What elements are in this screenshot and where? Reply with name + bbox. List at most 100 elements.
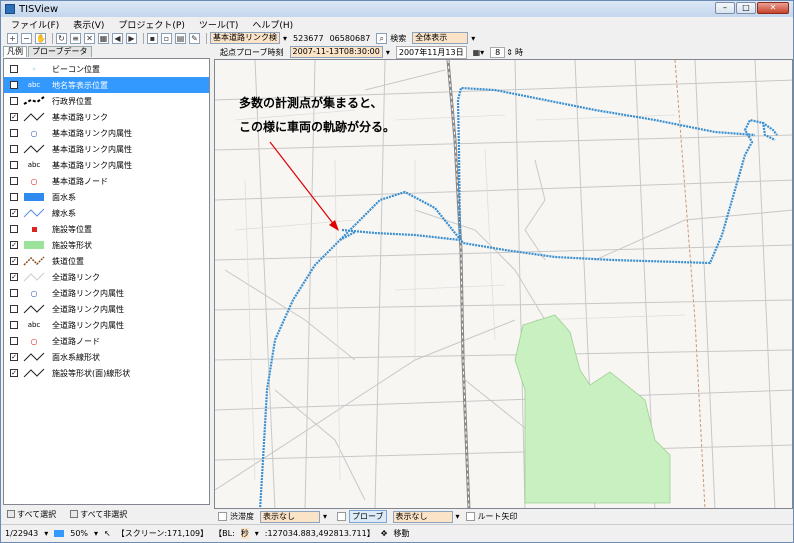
legend-checkbox[interactable] bbox=[10, 65, 18, 73]
save-icon[interactable]: ▪ bbox=[147, 32, 158, 44]
legend-row[interactable]: abc 全道路リンク内属性 bbox=[4, 317, 209, 333]
congestion-chevron-down-icon[interactable]: ▾ bbox=[323, 512, 327, 521]
legend-list: ◦ ビーコン位置 abc 地名等表示位置 行政界位置 ✓ 基本道路リンク ○ 基本道路リンク内属… bbox=[3, 58, 210, 505]
select-all-button[interactable]: すべて選択 bbox=[3, 509, 56, 520]
calendar-icon[interactable]: ▦▾ bbox=[473, 48, 485, 57]
legend-row[interactable]: ○ 基本道路リンク内属性 bbox=[4, 125, 209, 141]
legend-checkbox[interactable]: ✓ bbox=[10, 241, 18, 249]
search-button[interactable]: 検索 bbox=[390, 33, 406, 44]
legend-checkbox[interactable] bbox=[10, 97, 18, 105]
tab-probe-data[interactable]: プローブデータ bbox=[28, 46, 92, 57]
pencil-icon[interactable]: ✎ bbox=[189, 32, 200, 44]
legend-checkbox[interactable] bbox=[10, 225, 18, 233]
legend-checkbox[interactable] bbox=[10, 177, 18, 185]
legend-row[interactable]: abc 基本道路リンク内属性 bbox=[4, 157, 209, 173]
legend-checkbox[interactable]: ✓ bbox=[10, 209, 18, 217]
legend-row[interactable]: 面水系 bbox=[4, 189, 209, 205]
bl-unit[interactable]: 秒 bbox=[240, 528, 249, 539]
menu-tools[interactable]: ツール(T) bbox=[199, 18, 239, 31]
deselect-all-label: すべて非選択 bbox=[80, 509, 128, 519]
legend-checkbox[interactable] bbox=[10, 145, 18, 153]
legend-checkbox[interactable]: ✓ bbox=[10, 369, 18, 377]
hour-stepper-icon[interactable]: ⇕ bbox=[506, 48, 513, 57]
value-field-1[interactable]: 523677 bbox=[293, 34, 324, 43]
legend-checkbox[interactable]: ✓ bbox=[10, 257, 18, 265]
legend-row[interactable]: 基本道路リンク内属性 bbox=[4, 141, 209, 157]
start-chevron-down-icon[interactable]: ▾ bbox=[386, 48, 390, 57]
date-field[interactable]: 2007年11月13日 bbox=[395, 45, 467, 59]
zoom-out-icon[interactable]: − bbox=[21, 32, 32, 44]
legend-checkbox[interactable]: ✓ bbox=[10, 353, 18, 361]
legend-checkbox[interactable] bbox=[10, 129, 18, 137]
legend-checkbox[interactable] bbox=[10, 289, 18, 297]
legend-row[interactable]: ◦ ビーコン位置 bbox=[4, 61, 209, 77]
probe-toggle-button[interactable]: プローブ bbox=[349, 510, 387, 523]
menu-project[interactable]: プロジェクト(P) bbox=[118, 18, 184, 31]
legend-label: 全道路リンク内属性 bbox=[52, 304, 124, 314]
legend-row[interactable]: ○ 全道路リンク内属性 bbox=[4, 285, 209, 301]
forward-arrow-icon[interactable]: ▶ bbox=[126, 32, 137, 44]
view-chevron-down-icon[interactable]: ▾ bbox=[471, 34, 475, 43]
legend-row[interactable]: ✓ 面水系線形状 bbox=[4, 349, 209, 365]
view-combo[interactable]: 全体表示 bbox=[412, 32, 469, 44]
map-header: 起点プローブ時刻 2007-11-13T08:30:00 ▾ 2007年11月1… bbox=[214, 45, 793, 59]
bl-chevron-down-icon[interactable]: ▾ bbox=[255, 529, 259, 538]
layer-combo[interactable]: 基本道路リンク検 bbox=[210, 32, 280, 44]
legend-checkbox[interactable]: ✓ bbox=[10, 113, 18, 121]
zoom-chevron-down-icon[interactable]: ▾ bbox=[94, 529, 98, 538]
legend-checkbox[interactable] bbox=[10, 305, 18, 313]
minimize-button[interactable]: – bbox=[715, 2, 735, 14]
legend-row[interactable]: 行政界位置 bbox=[4, 93, 209, 109]
annotation-arrow-line bbox=[269, 141, 336, 227]
probe-chevron-down-icon[interactable]: ▾ bbox=[456, 512, 460, 521]
chevron-down-icon[interactable]: ▾ bbox=[283, 34, 287, 43]
start-time-field[interactable]: 2007-11-13T08:30:00 bbox=[289, 46, 383, 58]
legend-checkbox[interactable] bbox=[10, 161, 18, 169]
refresh-icon[interactable]: ↻ bbox=[56, 32, 67, 44]
legend-checkbox[interactable] bbox=[10, 337, 18, 345]
probe-icon bbox=[337, 512, 347, 521]
legend-row[interactable]: 全道路リンク内属性 bbox=[4, 301, 209, 317]
close-button[interactable]: ✕ bbox=[757, 2, 789, 14]
grid-icon[interactable]: ▦ bbox=[98, 32, 109, 44]
map-view[interactable]: 多数の計測点が集まると、 この様に車両の軌跡が分る。 bbox=[214, 59, 793, 509]
pan-hand-icon[interactable]: ✋ bbox=[35, 32, 46, 44]
layer-icon[interactable]: ≡ bbox=[70, 32, 81, 44]
zoom-in-icon[interactable]: + bbox=[7, 32, 18, 44]
deselect-all-button[interactable]: すべて非選択 bbox=[66, 509, 127, 520]
print-icon[interactable]: ▤ bbox=[175, 32, 186, 44]
line-black-icon bbox=[22, 304, 46, 314]
menu-view[interactable]: 表示(V) bbox=[73, 18, 104, 31]
congestion-combo[interactable]: 表示なし bbox=[260, 510, 320, 523]
legend-row[interactable]: ✓ 全道路リンク bbox=[4, 269, 209, 285]
legend-checkbox[interactable]: ✓ bbox=[10, 273, 18, 281]
clear-icon[interactable]: ✕ bbox=[84, 32, 95, 44]
menu-help[interactable]: ヘルプ(H) bbox=[252, 18, 293, 31]
legend-checkbox[interactable] bbox=[10, 81, 18, 89]
menu-file[interactable]: ファイル(F) bbox=[11, 18, 59, 31]
legend-row[interactable]: abc 地名等表示位置 bbox=[4, 77, 209, 93]
legend-label: 施設等形状 bbox=[52, 240, 92, 250]
route-arrow-button[interactable]: ルート矢印 bbox=[478, 511, 518, 522]
tab-legend[interactable]: 凡例 bbox=[3, 46, 27, 57]
scale-chevron-down-icon[interactable]: ▾ bbox=[44, 529, 48, 538]
maximize-button[interactable]: □ bbox=[736, 2, 756, 14]
legend-checkbox[interactable] bbox=[10, 193, 18, 201]
hour-field[interactable]: 8 bbox=[490, 46, 506, 58]
legend-row[interactable]: 施設等位置 bbox=[4, 221, 209, 237]
legend-row[interactable]: ✓ 施設等形状 bbox=[4, 237, 209, 253]
image-icon[interactable]: ▫ bbox=[161, 32, 172, 44]
probe-combo[interactable]: 表示なし bbox=[392, 510, 453, 523]
legend-row[interactable]: ✓ 基本道路リンク bbox=[4, 109, 209, 125]
legend-row[interactable]: ○ 全道路ノード bbox=[4, 333, 209, 349]
legend-label: 基本道路リンク内属性 bbox=[52, 160, 132, 170]
search-icon[interactable]: ⌕ bbox=[376, 32, 388, 44]
legend-row[interactable]: ○ 基本道路ノード bbox=[4, 173, 209, 189]
legend-checkbox[interactable] bbox=[10, 321, 18, 329]
legend-row[interactable]: ✓ 鉄道位置 bbox=[4, 253, 209, 269]
back-arrow-icon[interactable]: ◀ bbox=[112, 32, 123, 44]
value-field-2[interactable]: 06580687 bbox=[330, 34, 371, 43]
legend-row[interactable]: ✓ 施設等形状(面)線形状 bbox=[4, 365, 209, 381]
title-bar: TISView – □ ✕ bbox=[1, 1, 793, 17]
legend-row[interactable]: ✓ 線水系 bbox=[4, 205, 209, 221]
